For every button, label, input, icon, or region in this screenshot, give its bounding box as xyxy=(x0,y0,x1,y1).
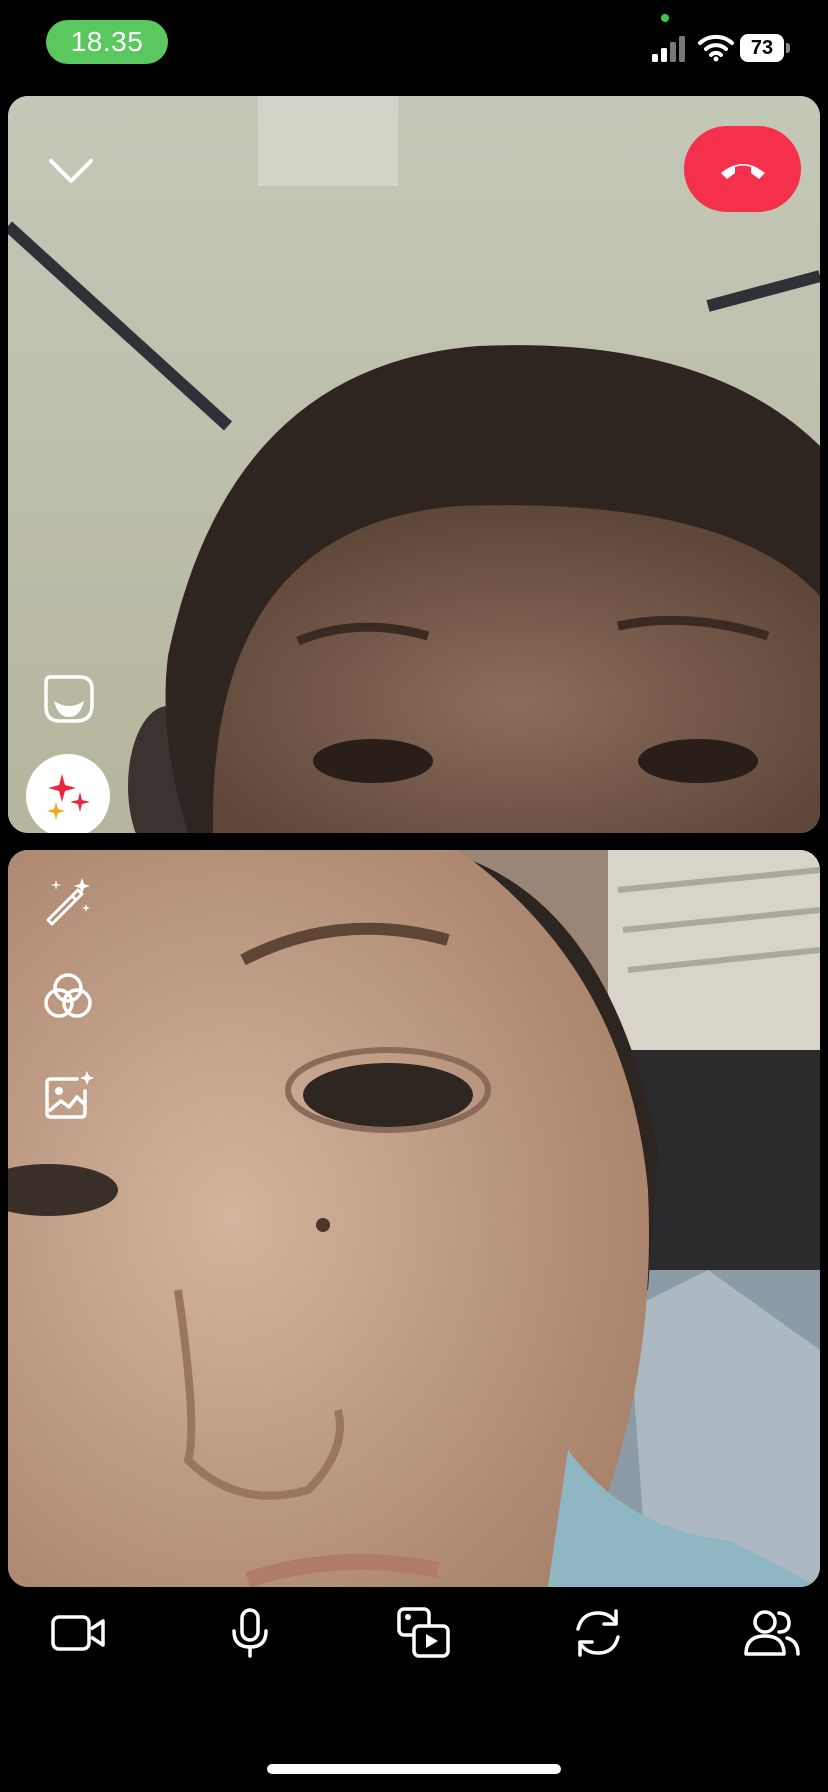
home-indicator[interactable] xyxy=(267,1764,561,1774)
chevron-down-icon xyxy=(49,159,93,183)
background-image-icon xyxy=(45,1071,94,1119)
sticker-icon xyxy=(44,675,94,723)
effects-button[interactable] xyxy=(26,754,110,833)
color-filter-button[interactable] xyxy=(36,964,100,1028)
battery-indicator: 73 xyxy=(740,34,790,62)
sparkles-icon xyxy=(47,774,90,820)
sticker-button[interactable] xyxy=(34,664,104,734)
background-button[interactable] xyxy=(36,1064,100,1128)
cellular-signal-icon xyxy=(652,36,685,62)
self-video-image xyxy=(8,850,820,1587)
collapse-call-button[interactable] xyxy=(30,130,112,212)
camera-in-use-indicator xyxy=(661,14,669,22)
color-filter-icon xyxy=(44,973,92,1018)
share-media-button[interactable] xyxy=(384,1598,464,1668)
flip-camera-icon xyxy=(576,1609,620,1657)
participants-button[interactable] xyxy=(732,1598,812,1668)
end-call-button[interactable] xyxy=(684,126,801,212)
phone-hangup-icon xyxy=(720,164,765,179)
participants-icon xyxy=(744,1610,800,1656)
magic-wand-icon xyxy=(46,878,90,926)
microphone-toggle-button[interactable] xyxy=(210,1598,290,1668)
remote-video-feed xyxy=(8,96,820,833)
video-camera-icon xyxy=(51,1615,105,1651)
share-media-icon xyxy=(397,1607,450,1658)
camera-toggle-button[interactable] xyxy=(38,1598,118,1668)
status-bar: 18.35 73 xyxy=(0,0,828,90)
flip-camera-button[interactable] xyxy=(558,1598,638,1668)
battery-tip xyxy=(786,43,790,53)
magic-wand-button[interactable] xyxy=(36,868,100,932)
status-time: 18.35 xyxy=(46,20,168,64)
microphone-icon xyxy=(232,1608,268,1658)
battery-level: 73 xyxy=(740,34,784,62)
remote-video-image xyxy=(8,96,820,833)
wifi-icon xyxy=(698,34,734,62)
self-video-feed xyxy=(8,850,820,1587)
